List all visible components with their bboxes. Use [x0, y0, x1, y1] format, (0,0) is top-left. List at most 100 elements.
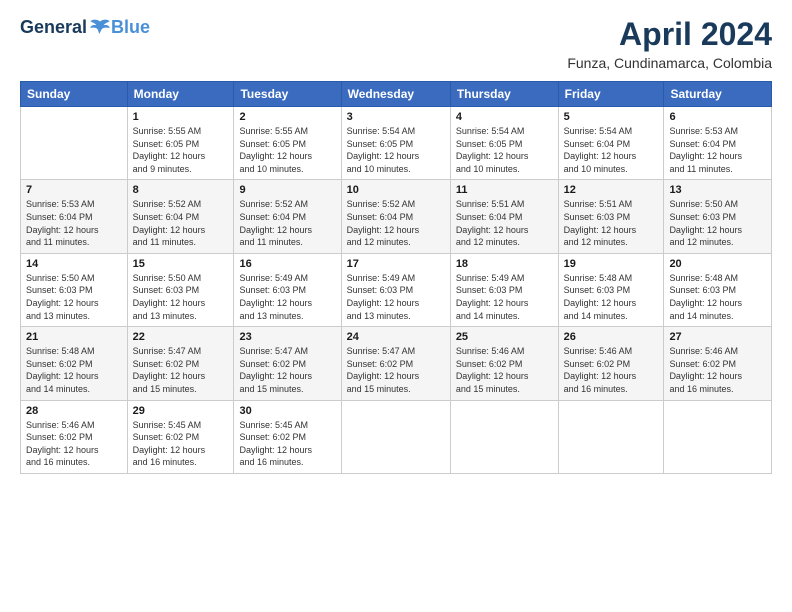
day-number: 28	[26, 405, 122, 417]
logo: General Blue	[20, 16, 150, 38]
day-info: Sunrise: 5:49 AMSunset: 6:03 PMDaylight:…	[347, 272, 445, 322]
day-number: 9	[239, 184, 335, 196]
day-number: 24	[347, 331, 445, 343]
day-info: Sunrise: 5:46 AMSunset: 6:02 PMDaylight:…	[564, 345, 659, 395]
col-monday: Monday	[127, 82, 234, 107]
day-number: 29	[133, 405, 229, 417]
day-info: Sunrise: 5:49 AMSunset: 6:03 PMDaylight:…	[239, 272, 335, 322]
col-sunday: Sunday	[21, 82, 128, 107]
day-number: 13	[669, 184, 766, 196]
day-info: Sunrise: 5:46 AMSunset: 6:02 PMDaylight:…	[669, 345, 766, 395]
table-row: 29Sunrise: 5:45 AMSunset: 6:02 PMDayligh…	[127, 400, 234, 473]
day-info: Sunrise: 5:48 AMSunset: 6:03 PMDaylight:…	[669, 272, 766, 322]
day-number: 20	[669, 258, 766, 270]
day-info: Sunrise: 5:54 AMSunset: 6:04 PMDaylight:…	[564, 125, 659, 175]
day-info: Sunrise: 5:53 AMSunset: 6:04 PMDaylight:…	[669, 125, 766, 175]
day-number: 11	[456, 184, 553, 196]
table-row: 3Sunrise: 5:54 AMSunset: 6:05 PMDaylight…	[341, 107, 450, 180]
table-row: 26Sunrise: 5:46 AMSunset: 6:02 PMDayligh…	[558, 327, 664, 400]
calendar-week-row: 7Sunrise: 5:53 AMSunset: 6:04 PMDaylight…	[21, 180, 772, 253]
day-info: Sunrise: 5:51 AMSunset: 6:03 PMDaylight:…	[564, 198, 659, 248]
logo-bird-icon	[89, 16, 111, 38]
day-number: 19	[564, 258, 659, 270]
table-row: 9 Sunrise: 5:52 AMSunset: 6:04 PMDaylight…	[234, 180, 341, 253]
table-row: 25Sunrise: 5:46 AMSunset: 6:02 PMDayligh…	[450, 327, 558, 400]
day-number: 23	[239, 331, 335, 343]
day-info: Sunrise: 5:48 AMSunset: 6:02 PMDaylight:…	[26, 345, 122, 395]
calendar-week-row: 1Sunrise: 5:55 AMSunset: 6:05 PMDaylight…	[21, 107, 772, 180]
col-friday: Friday	[558, 82, 664, 107]
day-info: Sunrise: 5:46 AMSunset: 6:02 PMDaylight:…	[456, 345, 553, 395]
table-row: 20 Sunrise: 5:48 AMSunset: 6:03 PMDayligh…	[664, 253, 772, 326]
table-row	[341, 400, 450, 473]
day-info: Sunrise: 5:51 AMSunset: 6:04 PMDaylight:…	[456, 198, 553, 248]
table-row: 13 Sunrise: 5:50 AMSunset: 6:03 PMDayligh…	[664, 180, 772, 253]
table-row: 10 Sunrise: 5:52 AMSunset: 6:04 PMDayligh…	[341, 180, 450, 253]
col-tuesday: Tuesday	[234, 82, 341, 107]
logo-blue-text: Blue	[111, 17, 150, 38]
day-number: 15	[133, 258, 229, 270]
table-row: 4 Sunrise: 5:54 AMSunset: 6:05 PMDaylight…	[450, 107, 558, 180]
table-row: 18Sunrise: 5:49 AMSunset: 6:03 PMDayligh…	[450, 253, 558, 326]
day-number: 12	[564, 184, 659, 196]
calendar-header-row: Sunday Monday Tuesday Wednesday Thursday…	[21, 82, 772, 107]
table-row: 21 Sunrise: 5:48 AMSunset: 6:02 PMDayligh…	[21, 327, 128, 400]
table-row: 17Sunrise: 5:49 AMSunset: 6:03 PMDayligh…	[341, 253, 450, 326]
table-row: 6 Sunrise: 5:53 AMSunset: 6:04 PMDaylight…	[664, 107, 772, 180]
table-row: 30 Sunrise: 5:45 AMSunset: 6:02 PMDayligh…	[234, 400, 341, 473]
calendar-week-row: 28 Sunrise: 5:46 AMSunset: 6:02 PMDayligh…	[21, 400, 772, 473]
calendar-table: Sunday Monday Tuesday Wednesday Thursday…	[20, 81, 772, 474]
day-number: 22	[133, 331, 229, 343]
table-row: 16 Sunrise: 5:49 AMSunset: 6:03 PMDayligh…	[234, 253, 341, 326]
page: General Blue April 2024 Funza, Cundinama…	[0, 0, 792, 612]
col-wednesday: Wednesday	[341, 82, 450, 107]
day-number: 14	[26, 258, 122, 270]
table-row: 8 Sunrise: 5:52 AMSunset: 6:04 PMDaylight…	[127, 180, 234, 253]
col-saturday: Saturday	[664, 82, 772, 107]
table-row: 24 Sunrise: 5:47 AMSunset: 6:02 PMDayligh…	[341, 327, 450, 400]
day-info: Sunrise: 5:48 AMSunset: 6:03 PMDaylight:…	[564, 272, 659, 322]
day-number: 2	[239, 111, 335, 123]
table-row: 5Sunrise: 5:54 AMSunset: 6:04 PMDaylight…	[558, 107, 664, 180]
col-thursday: Thursday	[450, 82, 558, 107]
day-info: Sunrise: 5:52 AMSunset: 6:04 PMDaylight:…	[347, 198, 445, 248]
table-row: 22 Sunrise: 5:47 AMSunset: 6:02 PMDayligh…	[127, 327, 234, 400]
day-number: 6	[669, 111, 766, 123]
day-info: Sunrise: 5:52 AMSunset: 6:04 PMDaylight:…	[239, 198, 335, 248]
day-info: Sunrise: 5:45 AMSunset: 6:02 PMDaylight:…	[239, 419, 335, 469]
day-info: Sunrise: 5:52 AMSunset: 6:04 PMDaylight:…	[133, 198, 229, 248]
day-info: Sunrise: 5:55 AMSunset: 6:05 PMDaylight:…	[133, 125, 229, 175]
table-row: 28 Sunrise: 5:46 AMSunset: 6:02 PMDayligh…	[21, 400, 128, 473]
day-info: Sunrise: 5:50 AMSunset: 6:03 PMDaylight:…	[26, 272, 122, 322]
table-row	[450, 400, 558, 473]
table-row: 14 Sunrise: 5:50 AMSunset: 6:03 PMDayligh…	[21, 253, 128, 326]
day-info: Sunrise: 5:55 AMSunset: 6:05 PMDaylight:…	[239, 125, 335, 175]
table-row: 11 Sunrise: 5:51 AMSunset: 6:04 PMDayligh…	[450, 180, 558, 253]
day-info: Sunrise: 5:46 AMSunset: 6:02 PMDaylight:…	[26, 419, 122, 469]
day-number: 4	[456, 111, 553, 123]
day-info: Sunrise: 5:50 AMSunset: 6:03 PMDaylight:…	[133, 272, 229, 322]
day-number: 18	[456, 258, 553, 270]
table-row: 15 Sunrise: 5:50 AMSunset: 6:03 PMDayligh…	[127, 253, 234, 326]
day-number: 10	[347, 184, 445, 196]
calendar-week-row: 21 Sunrise: 5:48 AMSunset: 6:02 PMDayligh…	[21, 327, 772, 400]
header: General Blue April 2024 Funza, Cundinama…	[20, 16, 772, 71]
table-row: 23 Sunrise: 5:47 AMSunset: 6:02 PMDayligh…	[234, 327, 341, 400]
day-info: Sunrise: 5:54 AMSunset: 6:05 PMDaylight:…	[456, 125, 553, 175]
table-row: 12 Sunrise: 5:51 AMSunset: 6:03 PMDayligh…	[558, 180, 664, 253]
day-info: Sunrise: 5:47 AMSunset: 6:02 PMDaylight:…	[347, 345, 445, 395]
table-row: 2 Sunrise: 5:55 AMSunset: 6:05 PMDaylight…	[234, 107, 341, 180]
day-number: 30	[239, 405, 335, 417]
title-block: April 2024 Funza, Cundinamarca, Colombia	[567, 16, 772, 71]
day-number: 16	[239, 258, 335, 270]
day-info: Sunrise: 5:50 AMSunset: 6:03 PMDaylight:…	[669, 198, 766, 248]
day-number: 8	[133, 184, 229, 196]
day-number: 21	[26, 331, 122, 343]
table-row: 1Sunrise: 5:55 AMSunset: 6:05 PMDaylight…	[127, 107, 234, 180]
table-row: 19 Sunrise: 5:48 AMSunset: 6:03 PMDayligh…	[558, 253, 664, 326]
day-number: 7	[26, 184, 122, 196]
day-number: 27	[669, 331, 766, 343]
day-info: Sunrise: 5:47 AMSunset: 6:02 PMDaylight:…	[239, 345, 335, 395]
logo-text: General Blue	[20, 16, 150, 38]
day-info: Sunrise: 5:47 AMSunset: 6:02 PMDaylight:…	[133, 345, 229, 395]
